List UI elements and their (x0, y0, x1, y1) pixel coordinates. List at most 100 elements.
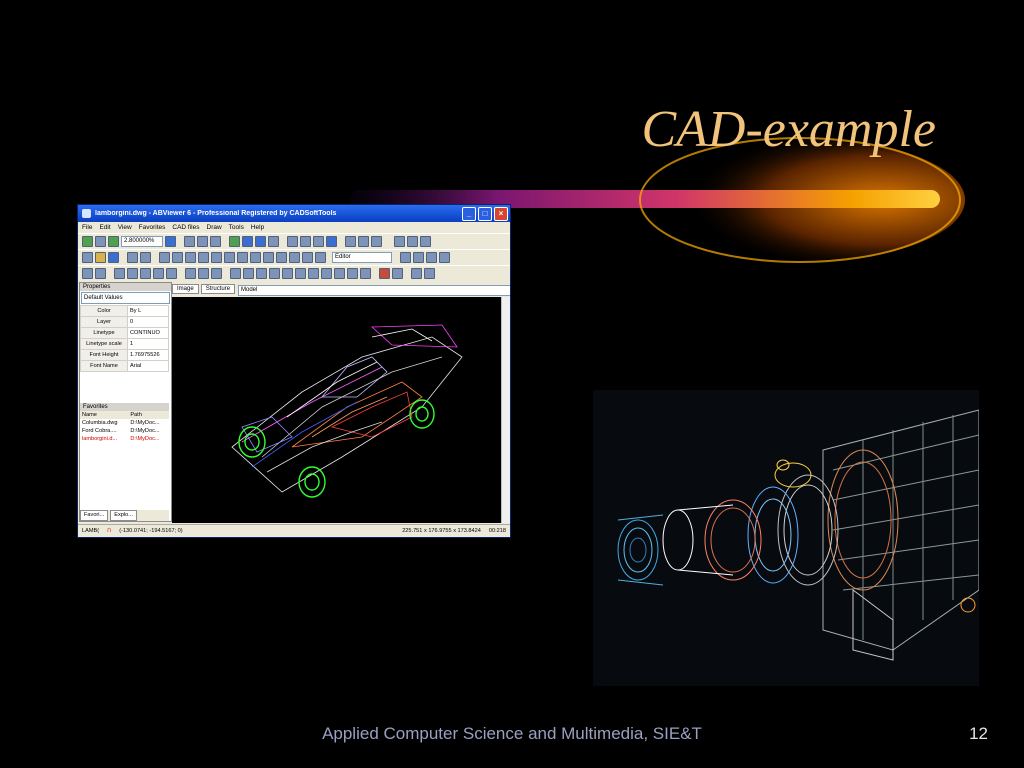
toolbar-icon[interactable] (289, 252, 300, 263)
tab-explorer[interactable]: Explo... (110, 510, 137, 521)
tab-favorites[interactable]: Favori... (80, 510, 109, 521)
toolbar-icon[interactable] (321, 268, 332, 279)
toolbar-icon[interactable] (153, 268, 164, 279)
toolbar-icon[interactable] (308, 268, 319, 279)
table-row[interactable]: Linetype CONTINUO (80, 327, 169, 339)
menu-draw[interactable]: Draw (207, 224, 222, 231)
toolbar-icon[interactable] (276, 252, 287, 263)
toolbar-icon[interactable] (345, 236, 356, 247)
copy-icon[interactable] (127, 268, 138, 279)
toolbar-icon[interactable] (243, 268, 254, 279)
magnet-icon[interactable]: Ո (103, 528, 115, 534)
toolbar-icon[interactable] (230, 268, 241, 279)
property-value[interactable]: 1.76975526 (127, 349, 169, 361)
save-icon[interactable] (108, 252, 119, 263)
toolbar-icon[interactable] (394, 236, 405, 247)
maximize-button[interactable]: □ (478, 206, 492, 221)
toolbar-icon[interactable] (426, 252, 437, 263)
toolbar-icon[interactable] (268, 236, 279, 247)
undo-icon[interactable] (185, 268, 196, 279)
property-value[interactable]: CONTINUO (127, 327, 169, 339)
toolbar-icon[interactable] (360, 268, 371, 279)
toolbar-icon[interactable] (237, 252, 248, 263)
toolbar-icon[interactable] (184, 236, 195, 247)
list-item[interactable]: lamborgini.d... D:\MyDoc... (80, 435, 169, 443)
zoom-out-icon[interactable] (185, 252, 196, 263)
property-value[interactable]: 1 (127, 338, 169, 350)
drawing-canvas[interactable] (172, 297, 501, 523)
toolbar-icon[interactable] (211, 252, 222, 263)
toolbar-icon[interactable] (302, 252, 313, 263)
toolbar-icon[interactable] (198, 252, 209, 263)
toolbar-icon[interactable] (82, 268, 93, 279)
toolbar-icon[interactable] (334, 268, 345, 279)
menu-tools[interactable]: Tools (229, 224, 244, 231)
zoom-combo[interactable]: 2.800000% (121, 236, 163, 247)
toolbar-icon[interactable] (95, 268, 106, 279)
redo-icon[interactable] (198, 268, 209, 279)
toolbar-icon[interactable] (295, 268, 306, 279)
toolbar-icon[interactable] (392, 268, 403, 279)
open-folder-icon[interactable] (95, 252, 106, 263)
toolbar-icon[interactable] (250, 252, 261, 263)
toolbar-icon[interactable] (424, 268, 435, 279)
list-item[interactable]: Columbia.dwg D:\MyDoc... (80, 419, 169, 427)
toolbar-icon[interactable] (95, 236, 106, 247)
toolbar-icon[interactable] (407, 236, 418, 247)
list-item[interactable]: Ford Cobra.... D:\MyDoc... (80, 427, 169, 435)
toolbar-icon[interactable] (282, 268, 293, 279)
table-row[interactable]: Font Name Arial (80, 360, 169, 372)
menu-cad-files[interactable]: CAD files (172, 224, 199, 231)
tab-structure[interactable]: Structure (200, 284, 236, 294)
toolbar-icon[interactable] (197, 236, 208, 247)
property-value[interactable]: 0 (127, 316, 169, 328)
text-tool-icon[interactable] (326, 236, 337, 247)
new-file-icon[interactable] (82, 252, 93, 263)
toolbar-icon[interactable] (263, 252, 274, 263)
table-row[interactable]: Font Height 1.76975526 (80, 349, 169, 361)
paste-icon[interactable] (140, 268, 151, 279)
zoom-in-icon[interactable] (172, 252, 183, 263)
toolbar-icon[interactable] (229, 236, 240, 247)
menu-file[interactable]: File (82, 224, 92, 231)
toolbar-icon[interactable] (210, 236, 221, 247)
toolbar-icon[interactable] (413, 252, 424, 263)
toolbar-icon[interactable] (315, 252, 326, 263)
toolbar-icon[interactable] (400, 252, 411, 263)
property-value[interactable]: Arial (127, 360, 169, 372)
toolbar-icon[interactable] (82, 236, 93, 247)
toolbar-icon[interactable] (166, 268, 177, 279)
toolbar-icon[interactable] (371, 236, 382, 247)
menu-view[interactable]: View (118, 224, 132, 231)
line-tool-icon[interactable] (256, 268, 267, 279)
toolbar-icon[interactable] (165, 236, 176, 247)
cut-icon[interactable] (114, 268, 125, 279)
toolbar-icon[interactable] (358, 236, 369, 247)
toolbar-icon[interactable] (159, 252, 170, 263)
toolbar-icon[interactable] (242, 236, 253, 247)
toolbar-icon[interactable] (347, 268, 358, 279)
menu-favorites[interactable]: Favorites (139, 224, 166, 231)
magnet-icon[interactable] (379, 268, 390, 279)
column-header-name[interactable]: Name (80, 411, 128, 419)
toolbar-icon[interactable] (140, 252, 151, 263)
minimize-button[interactable]: _ (462, 206, 476, 221)
mode-combo[interactable]: Editor (332, 252, 392, 263)
toolbar-icon[interactable] (287, 236, 298, 247)
vertical-scrollbar[interactable] (501, 297, 510, 523)
menu-edit[interactable]: Edit (99, 224, 110, 231)
toolbar-icon[interactable] (411, 268, 422, 279)
toolbar-icon[interactable] (313, 236, 324, 247)
toolbar-icon[interactable] (108, 236, 119, 247)
toolbar-icon[interactable] (255, 236, 266, 247)
toolbar-icon[interactable] (269, 268, 280, 279)
table-row[interactable]: Linetype scale 1 (80, 338, 169, 350)
table-row[interactable]: Layer 0 (80, 316, 169, 328)
toolbar-icon[interactable] (420, 236, 431, 247)
tab-image[interactable]: Image (172, 284, 199, 294)
toolbar-icon[interactable] (439, 252, 450, 263)
close-button[interactable]: × (494, 206, 508, 221)
toolbar-icon[interactable] (300, 236, 311, 247)
menu-help[interactable]: Help (251, 224, 264, 231)
properties-selector[interactable]: Default Values (81, 292, 170, 304)
